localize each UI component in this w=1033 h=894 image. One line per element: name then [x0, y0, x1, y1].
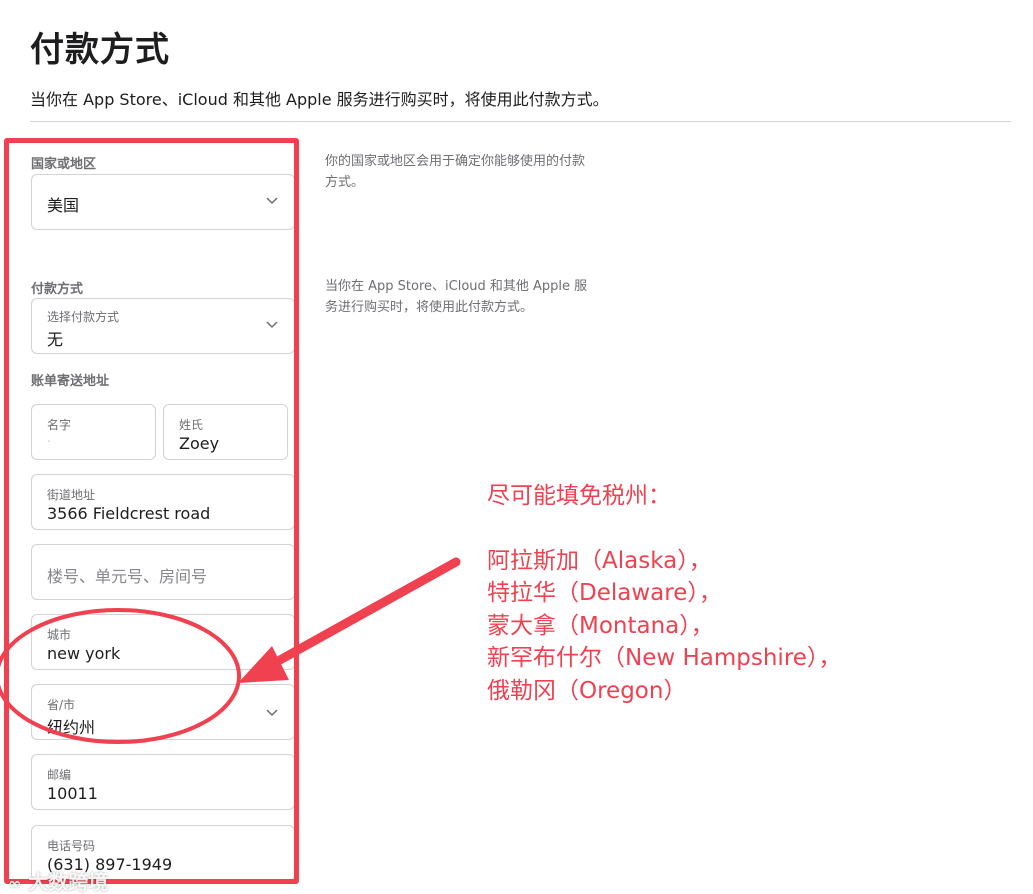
tax-free-annotation: 尽可能填免税州： 阿拉斯加（Alaska）， 特拉华（Delaware）， 蒙大…	[487, 480, 841, 707]
last-name-field[interactable]: 姓氏 Zoey	[163, 404, 288, 460]
annotation-state: 俄勒冈（Oregon）	[487, 677, 687, 704]
first-name-value: .	[47, 431, 51, 445]
page-subtitle: 当你在 App Store、iCloud 和其他 Apple 服务进行购买时，将…	[30, 90, 609, 109]
watermark-icon: ∞	[8, 874, 22, 893]
annotation-state: 蒙大拿（Montana），	[487, 612, 714, 639]
country-value: 美国	[47, 196, 80, 215]
city-label: 城市	[47, 628, 72, 642]
city-value: new york	[47, 644, 121, 663]
unit-placeholder: 楼号、单元号、房间号	[47, 567, 208, 586]
first-name-field[interactable]: 名字 .	[31, 404, 156, 460]
billing-section-label: 账单寄送地址	[31, 374, 110, 389]
annotation-state: 新罕布什尔（New Hampshire），	[487, 645, 842, 671]
state-label: 省/市	[47, 698, 76, 712]
country-select[interactable]: 美国	[31, 174, 295, 230]
payment-method-page: 付款方式 当你在 App Store、iCloud 和其他 Apple 服务进行…	[0, 0, 1033, 894]
country-section-label: 国家或地区	[31, 157, 97, 172]
zip-value: 10011	[47, 784, 98, 803]
divider	[30, 121, 1011, 122]
payment-method-select[interactable]: 选择付款方式 无	[31, 298, 295, 354]
payment-hint: 当你在 App Store、iCloud 和其他 Apple 服务进行购买时，将…	[325, 279, 588, 315]
zip-field[interactable]: 邮编 10011	[31, 754, 295, 810]
state-value: 纽约州	[47, 718, 96, 737]
street-address-field[interactable]: 街道地址 3566 Fieldcrest road	[31, 474, 295, 530]
watermark: ∞ 大数跨境	[8, 866, 108, 894]
chevron-down-icon	[266, 709, 278, 717]
country-hint: 你的国家或地区会用于确定你能够使用的付款方式。	[325, 154, 586, 190]
street-address-value: 3566 Fieldcrest road	[47, 504, 211, 523]
phone-label: 电话号码	[47, 839, 96, 853]
annotation-state: 特拉华（Delaware），	[487, 580, 722, 606]
chevron-down-icon	[266, 321, 278, 329]
last-name-label: 姓氏	[179, 418, 204, 432]
chevron-down-icon	[266, 197, 278, 205]
payment-value: 无	[47, 330, 64, 349]
payment-section-label: 付款方式	[31, 282, 84, 297]
unit-field[interactable]: 楼号、单元号、房间号	[31, 544, 295, 600]
page-title: 付款方式	[30, 30, 170, 70]
city-field[interactable]: 城市 new york	[31, 614, 295, 670]
watermark-text: 大数跨境	[28, 870, 109, 894]
payment-field-label: 选择付款方式	[47, 310, 120, 324]
last-name-value: Zoey	[179, 434, 220, 453]
street-address-label: 街道地址	[47, 488, 96, 502]
annotation-heading: 尽可能填免税州：	[487, 483, 671, 509]
annotation-state: 阿拉斯加（Alaska），	[487, 547, 712, 574]
state-select[interactable]: 省/市 纽约州	[31, 684, 295, 740]
zip-label: 邮编	[47, 768, 72, 782]
